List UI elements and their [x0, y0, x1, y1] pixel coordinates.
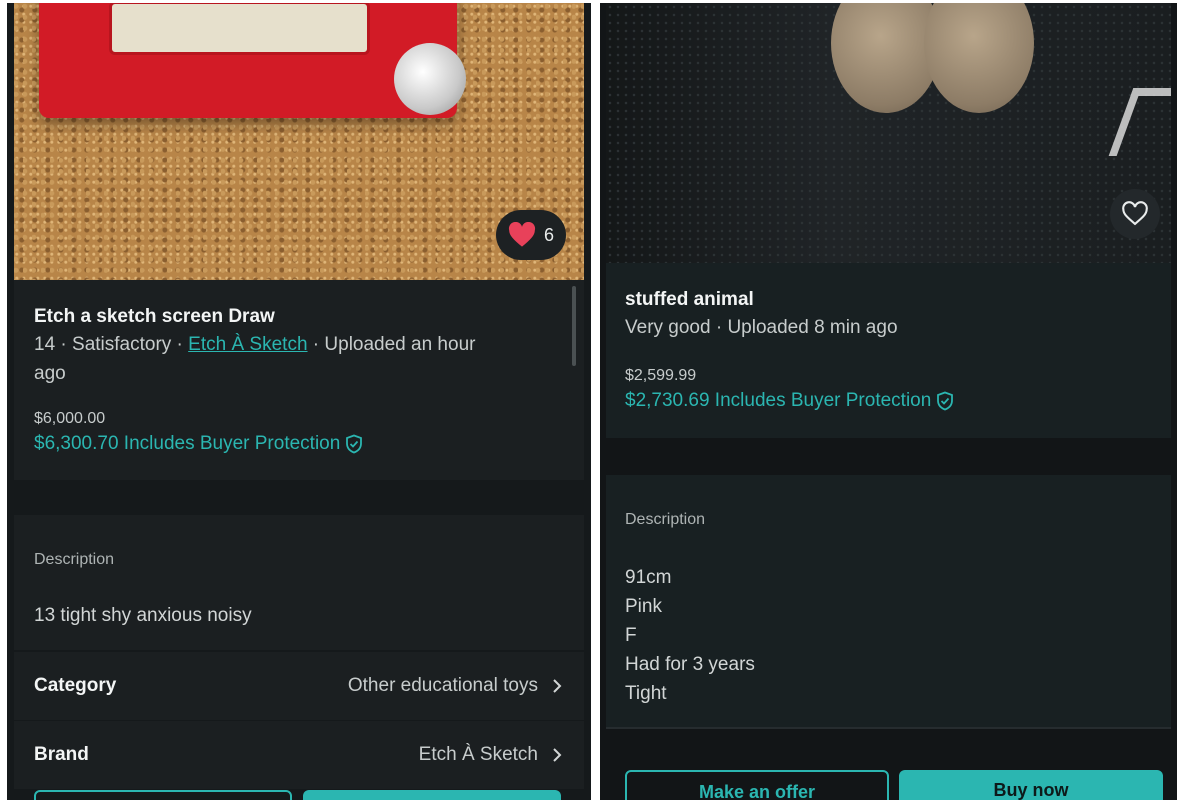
description-line: 91cm — [625, 567, 672, 588]
item-price: $2,599.99 — [625, 367, 697, 384]
brand-label: Brand — [34, 744, 89, 765]
description-card: Description 13 tight shy anxious noisy — [14, 515, 584, 650]
description-line: Pink — [625, 596, 662, 617]
buyer-protection-price[interactable]: $2,730.69 Includes Buyer Protection — [625, 390, 955, 412]
divider — [606, 727, 1171, 729]
background-mark — [1108, 88, 1171, 156]
shield-check-icon — [937, 391, 954, 411]
buyer-protection-text: $6,300.70 Includes Buyer Protection — [34, 433, 341, 454]
listing-photo[interactable]: 6 — [14, 3, 584, 280]
description-label: Description — [34, 551, 115, 568]
item-meta: 14 · Satisfactory · Etch À Sketch · Uplo… — [34, 330, 544, 388]
etch-a-sketch-toy — [39, 3, 466, 118]
like-count: 6 — [543, 224, 554, 245]
buy-now-button[interactable]: Buy now — [899, 770, 1163, 800]
like-button[interactable]: 6 — [496, 210, 566, 260]
category-value-wrap: Other educational toys — [348, 675, 562, 697]
description-lines: 91cm Pink F Had for 3 years Tight — [625, 563, 755, 708]
like-button[interactable] — [1110, 189, 1160, 239]
item-title: Etch a sketch screen Draw — [34, 306, 275, 327]
item-meta-line2: ago — [34, 363, 66, 384]
scrollbar[interactable] — [572, 286, 576, 366]
shield-check-icon — [346, 434, 363, 454]
description-card: Description 91cm Pink F Had for 3 years … — [606, 475, 1171, 727]
brand-row[interactable]: Brand Etch À Sketch — [14, 721, 584, 789]
plush-paw-right — [924, 3, 1034, 113]
buy-now-label: Buy now — [993, 780, 1069, 800]
right-listing-screen: stuffed animal Very good · Uploaded 8 mi… — [600, 3, 1177, 800]
etch-knob — [394, 43, 466, 115]
category-row[interactable]: Category Other educational toys — [14, 652, 584, 720]
description-line: Tight — [625, 683, 667, 704]
category-value: Other educational toys — [347, 675, 538, 696]
brand-value: Etch À Sketch — [418, 744, 538, 765]
item-summary-card: Etch a sketch screen Draw 14 · Satisfact… — [14, 280, 584, 480]
left-listing-screen: 6 Etch a sketch screen Draw 14 · Satisfa… — [7, 3, 591, 800]
brand-value-wrap: Etch À Sketch — [419, 744, 562, 766]
item-summary-card: stuffed animal Very good · Uploaded 8 mi… — [606, 263, 1171, 438]
listing-photo[interactable] — [606, 3, 1171, 263]
item-meta-prefix: 14 · Satisfactory · — [34, 334, 189, 355]
item-meta-suffix: · Uploaded an hour — [307, 334, 476, 355]
make-offer-button[interactable] — [34, 790, 292, 800]
description-label: Description — [625, 511, 706, 528]
buyer-protection-price[interactable]: $6,300.70 Includes Buyer Protection — [34, 433, 364, 455]
item-meta: Very good · Uploaded 8 min ago — [625, 317, 898, 338]
buy-now-button[interactable] — [303, 790, 561, 800]
description-line: Had for 3 years — [625, 654, 755, 675]
brand-link[interactable]: Etch À Sketch — [188, 334, 307, 355]
description-text: 13 tight shy anxious noisy — [34, 605, 252, 626]
chevron-right-icon — [553, 748, 562, 762]
heart-filled-icon — [508, 222, 536, 247]
chevron-right-icon — [553, 679, 562, 693]
category-label: Category — [34, 675, 117, 696]
item-title: stuffed animal — [625, 289, 754, 310]
etch-screen — [109, 3, 370, 55]
make-offer-button[interactable]: Make an offer — [625, 770, 889, 800]
heart-outline-icon — [1122, 201, 1148, 226]
description-line: F — [625, 625, 637, 646]
make-offer-label: Make an offer — [698, 782, 816, 800]
item-price: $6,000.00 — [34, 410, 106, 427]
buyer-protection-text: $2,730.69 Includes Buyer Protection — [625, 390, 932, 411]
